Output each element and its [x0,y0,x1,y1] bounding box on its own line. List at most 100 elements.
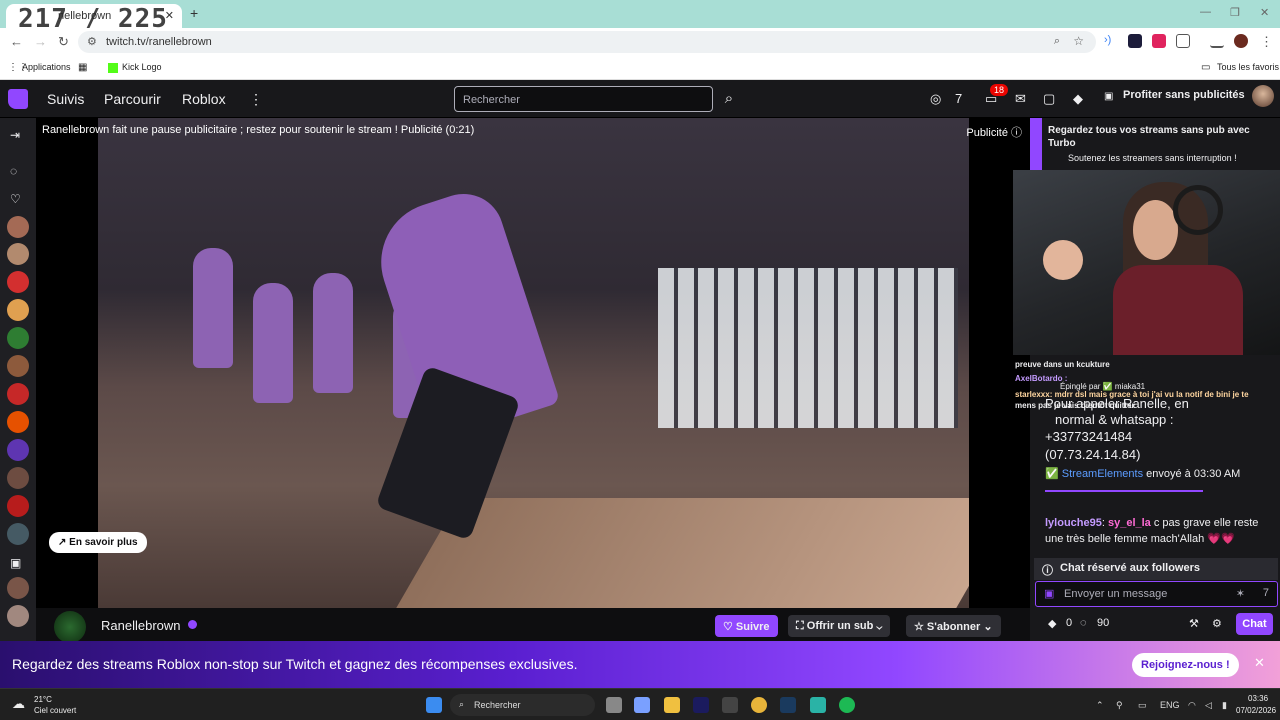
channel-name[interactable]: Ranellebrown [101,618,181,633]
reload-icon[interactable]: ↻ [58,34,69,50]
bookmark-star-icon[interactable]: ☆ [1073,34,1084,48]
promo-banner: Regardez des streams Roblox non-stop sur… [0,641,1280,688]
sidebar-channel-avatar[interactable] [7,605,29,627]
gift-sub-button[interactable]: ⛶ Offrir un sub ⌄ [788,615,891,637]
sidebar-channel-avatar[interactable] [7,523,29,545]
bits-icon[interactable]: ◌ [1080,617,1087,629]
tray-icon[interactable]: ⚲ [1116,700,1123,711]
expand-sidebar-icon[interactable]: ⇥ [10,128,20,142]
battery-icon[interactable]: ▮ [1222,700,1227,711]
new-tab-button[interactable]: + [190,5,198,21]
extension-audio-icon[interactable]: ›) [1104,34,1118,48]
chat-settings-icon[interactable]: ⚙ [1212,617,1222,630]
join-button[interactable]: Rejoignez-nous ! [1132,653,1239,677]
sidebar-channel-avatar[interactable] [7,271,29,293]
sidebar-channel-avatar[interactable] [7,577,29,599]
widgets-icon[interactable] [634,697,650,713]
zoom-icon[interactable]: ⌕ [1054,35,1060,48]
nav-roblox[interactable]: Roblox [182,91,226,107]
bookmark-applications[interactable]: Applications [22,62,71,72]
no-ads-button[interactable]: Profiter sans publicités [1123,89,1245,101]
forward-icon[interactable]: → [34,34,47,49]
turbo-icon[interactable]: 7 [955,91,962,106]
clock-date[interactable]: 07/02/2026 [1236,706,1276,715]
sidebar-channel-avatar[interactable] [7,355,29,377]
tray-chevron-icon[interactable]: ⌃ [1096,700,1104,711]
extension-red-icon[interactable] [1152,34,1166,48]
sidebar-channel-avatar[interactable] [7,299,29,321]
emote-icon[interactable]: ✶ [1236,587,1245,600]
task-view-icon[interactable] [606,697,622,713]
maximize-icon[interactable]: ❐ [1230,6,1240,19]
nav-browse[interactable]: Parcourir [104,91,161,107]
more-menu-icon[interactable]: ⋮ [249,91,263,108]
whispers-icon[interactable]: ▢ [1043,91,1055,107]
chat-input[interactable]: ▣ Envoyer un message ✶ 7 [1035,581,1278,607]
wifi-icon[interactable]: ◠ [1188,700,1196,711]
steam-icon[interactable] [780,697,796,713]
minimize-icon[interactable]: — [1200,6,1211,18]
spotify-icon[interactable] [839,697,855,713]
bits-icon[interactable]: ◆ [1073,91,1083,107]
bookmark-kick-logo[interactable]: Kick Logo [122,62,162,72]
channel-avatar[interactable] [54,611,86,643]
chat-send-button[interactable]: Chat [1236,613,1273,635]
user-avatar[interactable] [1252,85,1274,107]
all-favorites[interactable]: Tous les favoris [1217,62,1279,72]
profile-avatar-icon[interactable] [1234,34,1248,48]
turbo-chat-icon[interactable]: 7 [1263,587,1269,599]
prime-crown-icon[interactable]: ◎ [930,91,941,107]
chat-username[interactable]: lylouche95 [1045,517,1102,529]
browser-menu-icon[interactable]: ⋮ [1260,34,1273,50]
learn-more-button[interactable]: ↗ En savoir plus [49,532,147,553]
video-player[interactable]: Ranellebrown fait une pause publicitaire… [36,118,1030,608]
sidebar-channel-avatar[interactable] [7,411,29,433]
app-icon[interactable] [722,697,738,713]
nav-following[interactable]: Suivis [47,91,84,107]
url-field[interactable]: ⚙ twitch.tv/ranellebrown ⌕ ☆ [78,31,1096,53]
back-icon[interactable]: ← [10,34,23,49]
mod-icon[interactable]: ⚒ [1189,617,1199,630]
close-window-icon[interactable]: ✕ [1260,6,1269,19]
premiere-icon[interactable] [693,697,709,713]
tray-icon[interactable]: ▭ [1138,700,1147,711]
follow-button[interactable]: ♡ Suivre [715,615,778,637]
chat-mention[interactable]: sy_el_la [1108,517,1151,529]
file-explorer-icon[interactable] [664,697,680,713]
grid-icon[interactable]: ▦ [78,62,87,73]
sidebar-channel-avatar[interactable] [7,216,29,238]
app-icon[interactable] [810,697,826,713]
points-icon[interactable]: ◆ [1048,617,1056,630]
twitch-logo-icon[interactable] [8,89,28,109]
language-indicator[interactable]: ENG [1160,700,1180,710]
media-icon[interactable] [1210,34,1224,48]
heart-icon[interactable]: ♡ [10,192,21,206]
volume-icon[interactable]: ◁ [1205,700,1212,711]
info-icon[interactable]: ⓘ [1011,127,1022,139]
search-icon[interactable]: ⌕ [716,86,742,112]
taskbar-search[interactable]: ⌕ Rechercher [450,694,595,716]
weather-icon[interactable]: ☁ [12,696,25,712]
extension-icon[interactable] [1128,34,1142,48]
camera-icon[interactable]: ▣ [10,556,21,570]
start-icon[interactable] [426,697,442,713]
inbox-icon[interactable]: ✉ [1015,91,1026,107]
bot-name[interactable]: StreamElements [1062,468,1143,480]
sidebar-channel-avatar[interactable] [7,495,29,517]
turbo-promo[interactable]: Regardez tous vos streams sans pub avec … [1030,118,1280,170]
sidebar-channel-avatar[interactable] [7,439,29,461]
site-info-icon[interactable]: ⚙ [87,35,97,48]
subscribe-button[interactable]: ☆ S'abonner ⌄ [906,615,1001,637]
chat-badge-icon[interactable]: ▣ [1044,587,1054,600]
sidebar-channel-avatar[interactable] [7,467,29,489]
search-input[interactable]: Rechercher [454,86,713,112]
sidebar-channel-avatar[interactable] [7,327,29,349]
extensions-puzzle-icon[interactable] [1176,34,1190,48]
clock-time[interactable]: 03:36 [1248,694,1268,703]
chrome-icon[interactable] [751,697,767,713]
sidebar-channel-avatar[interactable] [7,383,29,405]
close-banner-icon[interactable]: ✕ [1254,655,1265,671]
sidebar-channel-avatar[interactable] [7,243,29,265]
ad-label[interactable]: Publicité ⓘ [966,124,1022,140]
browse-icon[interactable]: ◌ [10,164,17,178]
